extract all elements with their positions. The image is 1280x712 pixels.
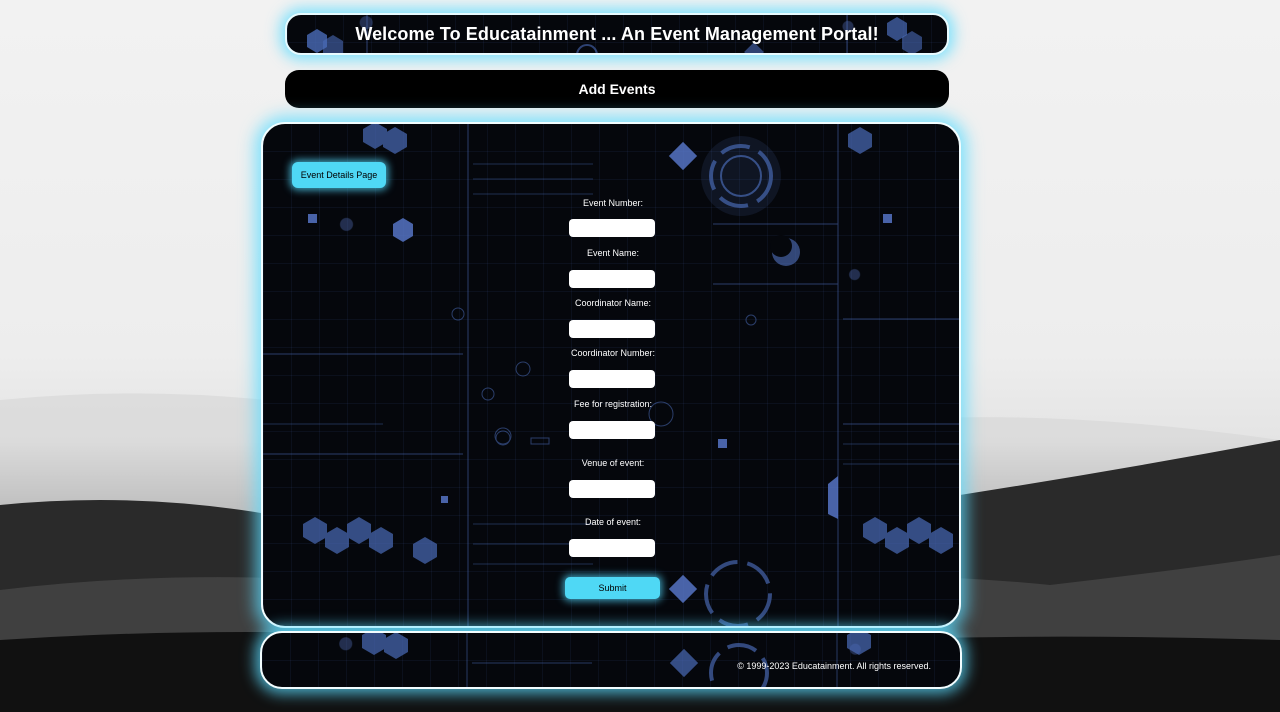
event-number-input[interactable] — [569, 219, 655, 237]
coordinator-number-label: Coordinator Number: — [570, 348, 656, 358]
submit-button[interactable]: Submit — [565, 577, 660, 599]
event-form-panel: Event Details Page Event Number: Event N… — [261, 122, 961, 628]
date-input[interactable] — [569, 539, 655, 557]
page-title: Welcome To Educatainment ... An Event Ma… — [355, 23, 879, 44]
venue-label: Venue of event: — [581, 458, 645, 468]
event-details-badge[interactable]: Event Details Page — [292, 162, 386, 188]
fee-input[interactable] — [569, 421, 655, 439]
fee-label: Fee for registration: — [573, 399, 653, 409]
coordinator-name-input[interactable] — [569, 320, 655, 338]
add-events-link[interactable]: Add Events — [578, 81, 655, 97]
nav-bar: Add Events — [285, 70, 949, 108]
event-name-input[interactable] — [569, 270, 655, 288]
date-label: Date of event: — [584, 517, 642, 527]
coordinator-number-input[interactable] — [569, 370, 655, 388]
site-footer: © 1999-2023 Educatainment. All rights re… — [260, 631, 962, 689]
event-number-label: Event Number: — [582, 198, 644, 208]
event-name-label: Event Name: — [586, 248, 640, 258]
site-header: Welcome To Educatainment ... An Event Ma… — [285, 13, 949, 55]
venue-input[interactable] — [569, 480, 655, 498]
coordinator-name-label: Coordinator Name: — [574, 298, 652, 308]
copyright-text: © 1999-2023 Educatainment. All rights re… — [737, 661, 931, 671]
